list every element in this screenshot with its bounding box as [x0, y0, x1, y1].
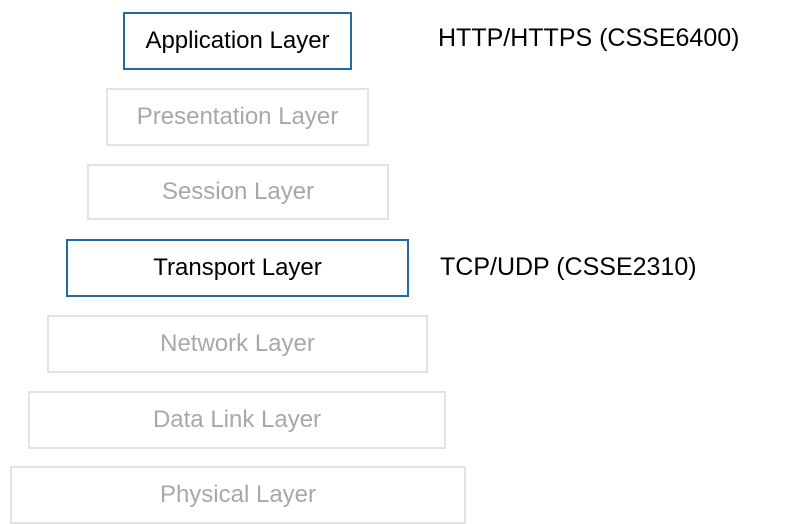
application-layer-box: Application Layer [123, 12, 352, 70]
network-layer-box: Network Layer [47, 315, 428, 373]
session-layer-label: Session Layer [161, 178, 315, 205]
presentation-layer-box: Presentation Layer [106, 88, 369, 146]
transport-protocol-note: TCP/UDP (CSSE2310) [440, 253, 697, 281]
session-layer-box: Session Layer [87, 164, 389, 220]
data-link-layer-box: Data Link Layer [28, 391, 446, 449]
application-layer-label: Application Layer [145, 27, 330, 54]
physical-layer-label: Physical Layer [159, 481, 317, 508]
application-protocol-note: HTTP/HTTPS (CSSE6400) [438, 24, 740, 52]
data-link-layer-label: Data Link Layer [152, 406, 322, 433]
transport-layer-label: Transport Layer [153, 254, 322, 281]
transport-layer-box: Transport Layer [66, 239, 409, 297]
physical-layer-box: Physical Layer [10, 466, 466, 524]
network-layer-label: Network Layer [160, 330, 315, 357]
presentation-layer-label: Presentation Layer [136, 103, 339, 130]
